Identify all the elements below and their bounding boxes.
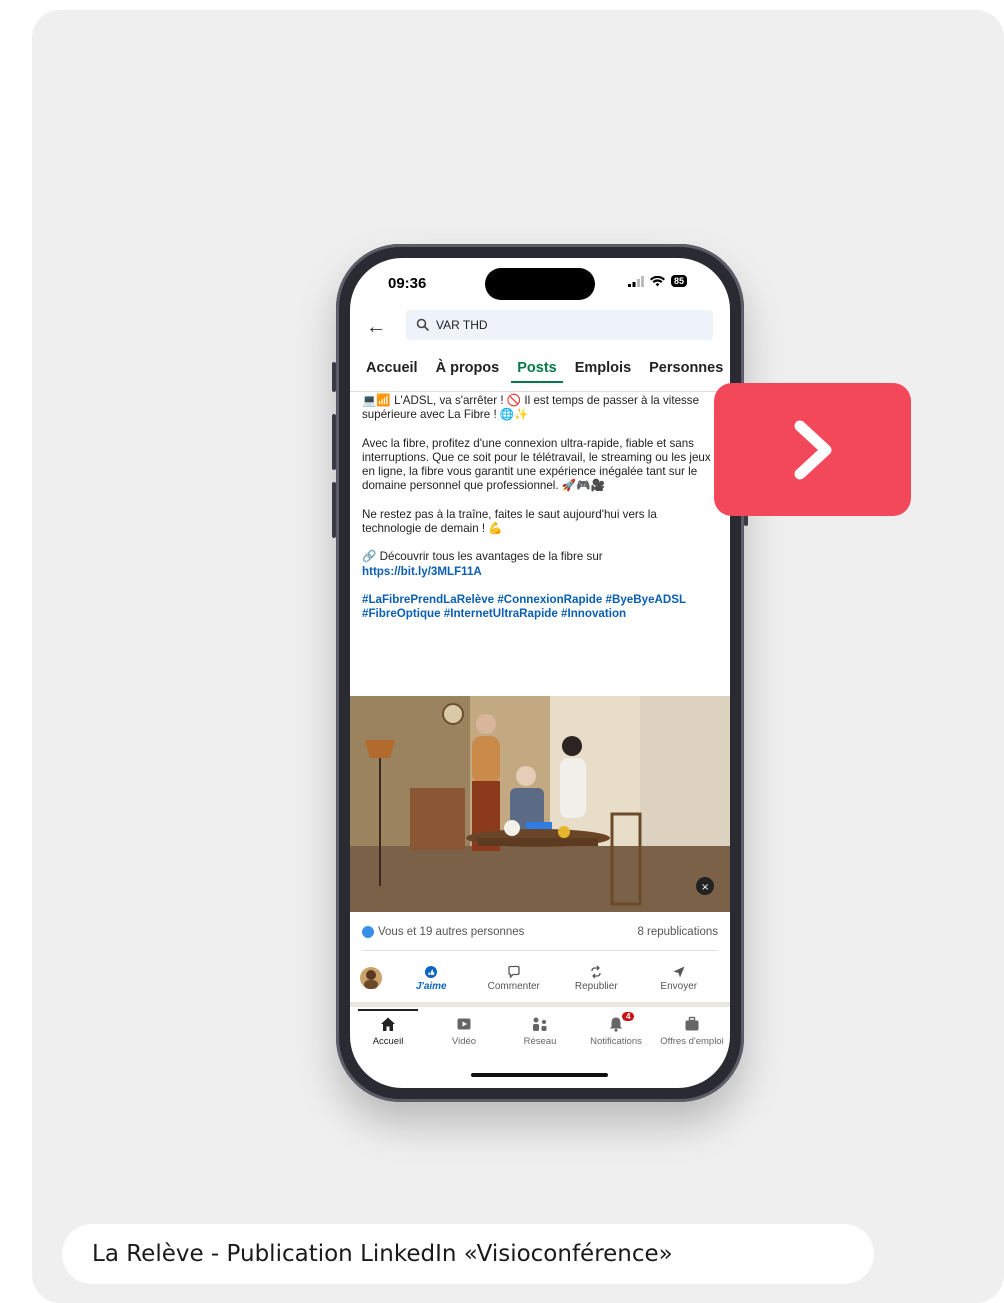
tab-a-propos[interactable]: À propos <box>436 360 500 376</box>
actions-divider <box>362 950 718 951</box>
nav-home[interactable]: Accueil <box>350 1009 426 1060</box>
post-body: Avec la fibre, profitez d'une connexion … <box>362 436 711 493</box>
back-arrow-icon[interactable]: ← <box>366 316 386 339</box>
nav-notifications-label: Notifications <box>590 1036 642 1047</box>
like-button[interactable]: J'aime <box>390 965 473 992</box>
section-separator <box>350 1002 730 1007</box>
post-video[interactable]: × <box>350 696 730 912</box>
post-link[interactable]: https://bit.ly/3MLF11A <box>362 565 482 578</box>
notifications-badge: 4 <box>622 1012 635 1021</box>
network-icon <box>533 1017 547 1031</box>
nav-video-label: Vidéo <box>451 1036 477 1047</box>
volume-down-button <box>332 482 336 538</box>
nav-home-label: Accueil <box>372 1036 404 1047</box>
bottom-nav: Accueil Vidéo Réseau 4 Notifications Off… <box>350 1009 730 1060</box>
avatar[interactable] <box>360 967 382 989</box>
nav-network[interactable]: Réseau <box>502 1010 578 1060</box>
nav-jobs-label: Offres d'emploi <box>660 1036 724 1047</box>
post-link-prefix: 🔗 Découvrir tous les avantages de la fib… <box>362 550 603 564</box>
svg-text:×: × <box>701 882 709 893</box>
dynamic-island <box>485 268 595 300</box>
video-scene: × <box>350 696 730 912</box>
post-intro: 💻📶 L'ADSL, va s'arrêter ! 🚫 Il est temps… <box>362 394 700 422</box>
status-icons: 85 <box>628 275 688 287</box>
like-reaction-icon <box>362 926 374 938</box>
home-icon <box>381 1017 395 1031</box>
status-time: 09:36 <box>388 275 427 292</box>
tab-posts[interactable]: Posts <box>511 360 563 383</box>
caption-label: La Relève - Publication LinkedIn «Visioc… <box>62 1224 874 1284</box>
send-button[interactable]: Envoyer <box>638 965 721 992</box>
comment-icon <box>508 965 520 979</box>
reactions-count[interactable]: Vous et 19 autres personnes <box>378 926 524 938</box>
nav-jobs[interactable]: Offres d'emploi <box>654 1010 730 1060</box>
search-bar[interactable]: VAR THD <box>406 310 713 340</box>
chevron-right-icon <box>794 420 831 479</box>
home-indicator[interactable] <box>471 1073 608 1077</box>
avatar-image <box>364 970 378 989</box>
search-icon <box>416 318 430 332</box>
tab-personnes[interactable]: Personnes <box>649 360 723 376</box>
briefcase-icon <box>685 1016 699 1031</box>
volume-up-button <box>332 414 336 470</box>
search-input[interactable]: VAR THD <box>436 318 488 332</box>
reposts-count[interactable]: 8 republications <box>637 926 718 938</box>
tab-accueil[interactable]: Accueil <box>366 360 418 376</box>
nav-notifications[interactable]: 4 Notifications <box>578 1010 654 1060</box>
post-cta: Ne restez pas à la traîne, faites le sau… <box>362 507 657 536</box>
repost-button[interactable]: Republier <box>555 965 638 992</box>
tabs-divider <box>350 391 730 392</box>
post-actions: J'aime Commenter Republier Envoyer <box>360 958 720 998</box>
like-icon <box>425 965 438 978</box>
video-icon <box>457 1018 471 1030</box>
phone-screen: 09:36 85 ← VAR THD Accueil À propos Post… <box>350 258 730 1088</box>
repost-icon <box>591 965 601 978</box>
post-link-line: 🔗 Découvrir tous les avantages de la fib… <box>362 550 718 579</box>
tab-emplois[interactable]: Emplois <box>575 360 631 376</box>
post-stats: Vous et 19 autres personnes 8 republicat… <box>362 926 718 938</box>
post-hashtags[interactable]: #LaFibrePrendLaRelève #ConnexionRapide #… <box>362 593 718 622</box>
battery-icon: 85 <box>671 275 688 287</box>
send-label: Envoyer <box>660 980 698 992</box>
repost-label: Republier <box>574 980 618 992</box>
post-text: 💻📶 L'ADSL, va s'arrêter ! 🚫 Il est temps… <box>362 394 718 636</box>
signal-icon <box>628 275 644 287</box>
comment-button[interactable]: Commenter <box>473 965 556 992</box>
action-button <box>332 362 336 392</box>
like-label: J'aime <box>415 980 447 992</box>
company-tabs: Accueil À propos Posts Emplois Personnes <box>366 360 723 383</box>
next-slide-button[interactable] <box>714 383 911 516</box>
wifi-icon <box>650 275 665 286</box>
nav-video[interactable]: Vidéo <box>426 1010 502 1060</box>
send-icon <box>673 966 685 977</box>
comment-label: Commenter <box>487 980 540 992</box>
nav-network-label: Réseau <box>523 1036 557 1047</box>
